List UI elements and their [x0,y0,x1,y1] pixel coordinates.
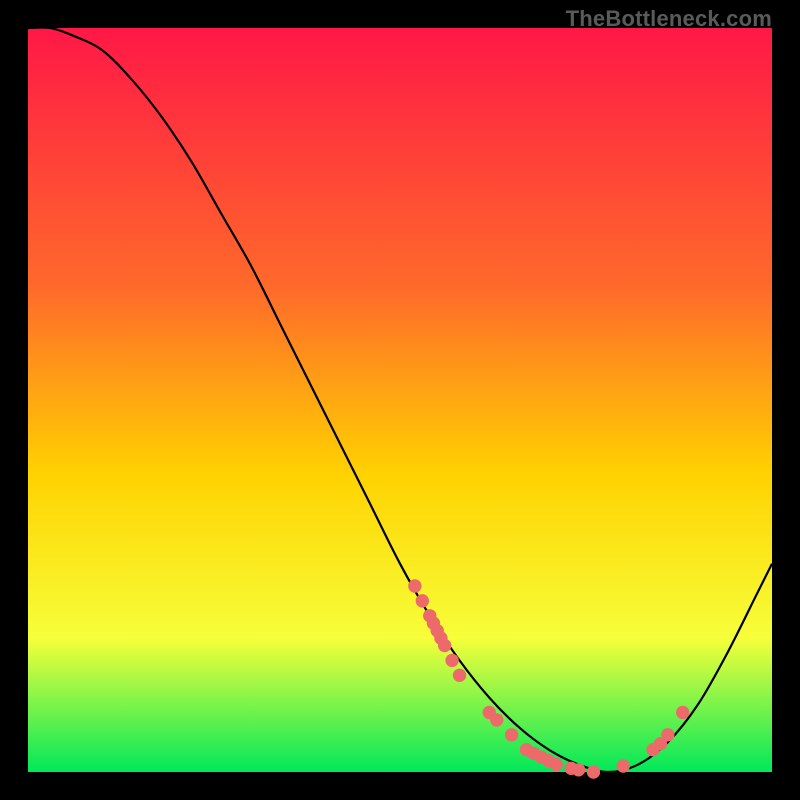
chart-frame: TheBottleneck.com [0,0,800,800]
sample-point [408,579,421,592]
sample-point [617,759,630,772]
sample-point [676,706,689,719]
sample-point [490,713,503,726]
sample-point [550,758,563,771]
sample-point [587,765,600,778]
sample-point [661,728,674,741]
sample-point [505,728,518,741]
sample-point [445,654,458,667]
sample-point [572,763,585,776]
gradient-background [28,28,772,772]
sample-point [453,669,466,682]
sample-point [438,639,451,652]
sample-point [416,594,429,607]
chart-svg [28,28,772,772]
